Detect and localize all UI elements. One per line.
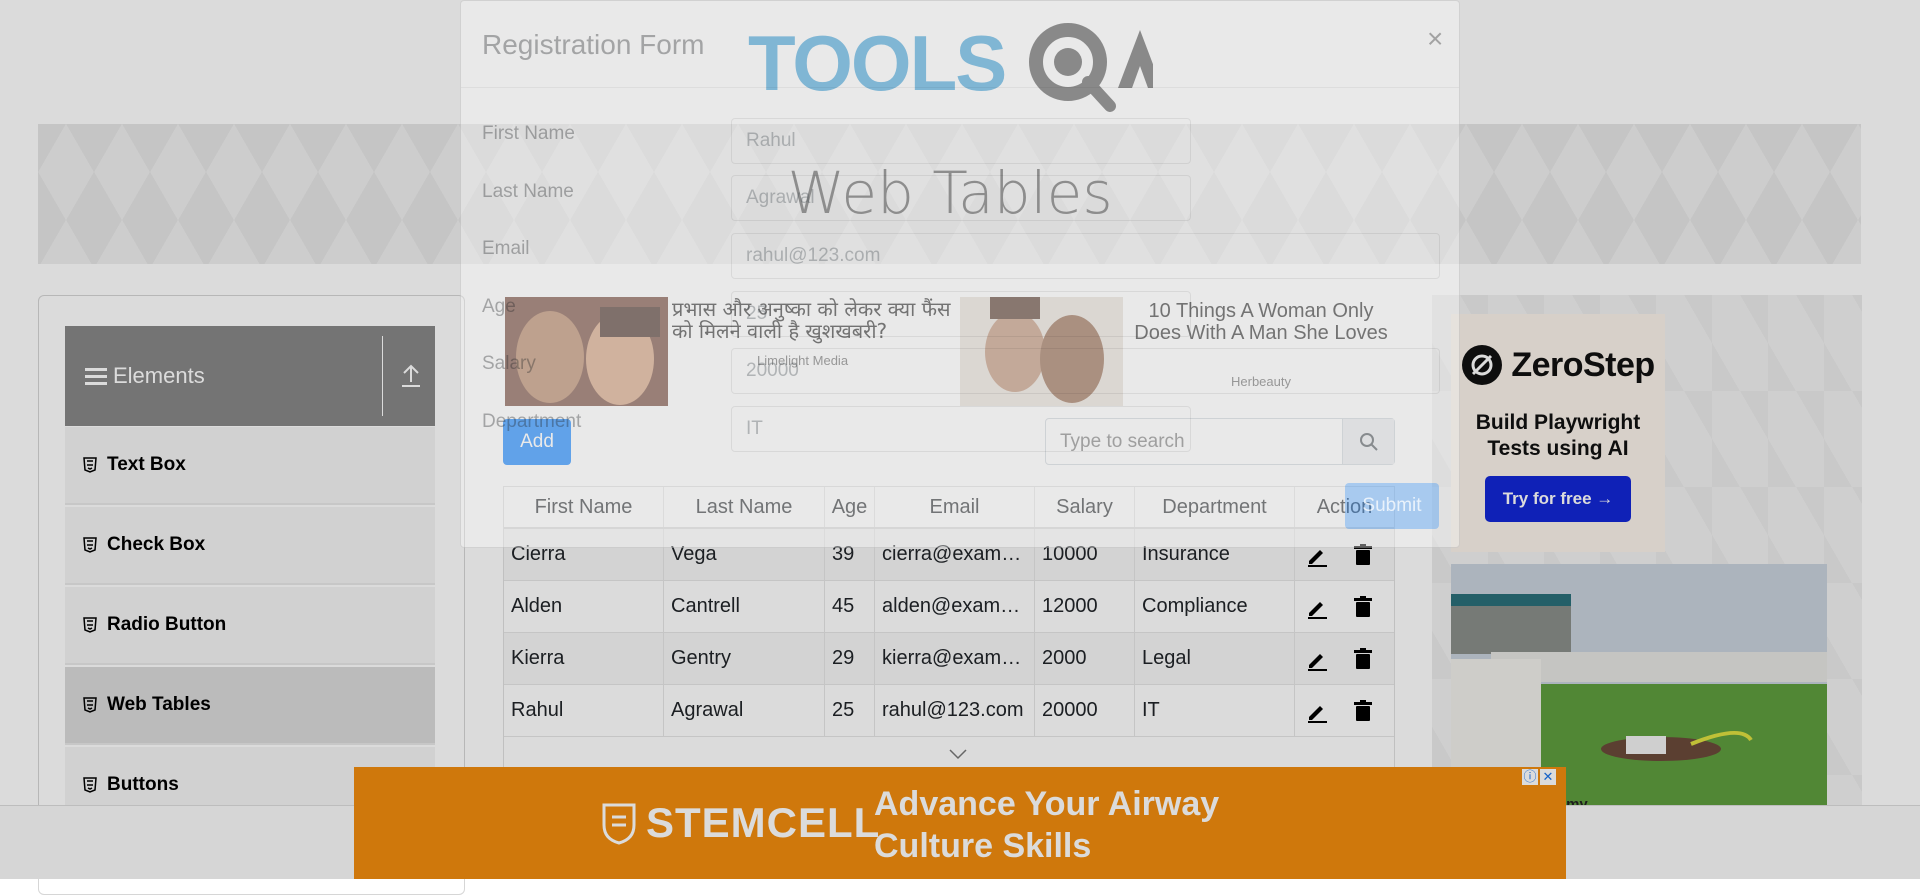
first-name-label: First Name — [482, 123, 575, 144]
submit-button[interactable]: Submit — [1345, 483, 1439, 529]
department-field[interactable]: IT — [731, 406, 1191, 452]
close-icon[interactable]: × — [1427, 23, 1443, 55]
salary-field[interactable]: 20000 — [731, 348, 1440, 394]
age-label: Age — [482, 296, 516, 317]
modal-title: Registration Form — [482, 29, 705, 60]
last-name-label: Last Name — [482, 181, 574, 202]
email-label: Email — [482, 238, 530, 259]
salary-label: Salary — [482, 353, 536, 374]
age-field[interactable]: 25 — [731, 291, 1191, 337]
registration-form-modal: Registration Form × First Name Rahul Las… — [460, 0, 1460, 548]
email-field[interactable]: rahul@123.com — [731, 233, 1440, 279]
last-name-field[interactable]: Agrawal — [731, 175, 1191, 221]
modal-divider — [461, 87, 1459, 88]
department-label: Department — [482, 411, 582, 432]
first-name-field[interactable]: Rahul — [731, 118, 1191, 164]
